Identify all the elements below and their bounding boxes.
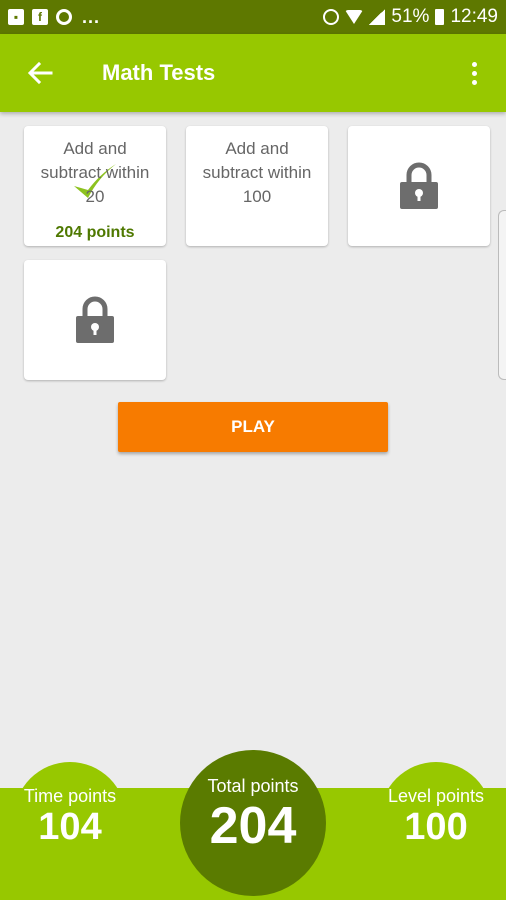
lock-icon bbox=[400, 162, 438, 209]
card-points: 204 points bbox=[55, 224, 135, 241]
locked-test-card[interactable] bbox=[348, 126, 490, 246]
card-title: Add and subtract within 20 bbox=[40, 139, 150, 206]
locked-test-card[interactable] bbox=[24, 260, 166, 380]
overflow-menu-button[interactable] bbox=[462, 53, 486, 93]
test-card-within-100[interactable]: Add and subtract within 100 bbox=[186, 126, 328, 246]
facebook-icon: f bbox=[32, 9, 48, 25]
more-notifications-indicator: ... bbox=[82, 6, 101, 27]
app-bar: Math Tests bbox=[0, 34, 506, 112]
more-vert-icon bbox=[471, 61, 477, 67]
level-points-label: Level points bbox=[387, 786, 485, 806]
total-points: Total points 204 bbox=[180, 750, 326, 896]
total-points-label: Total points bbox=[207, 776, 299, 796]
side-panel-handle[interactable] bbox=[498, 210, 506, 380]
signal-icon bbox=[369, 9, 386, 25]
battery-percent: 51% bbox=[391, 6, 430, 27]
clock: 12:49 bbox=[450, 6, 498, 27]
battery-icon bbox=[435, 9, 445, 25]
time-points-value: 104 bbox=[38, 806, 102, 848]
arrow-left-icon bbox=[27, 61, 53, 85]
page-title: Math Tests bbox=[102, 60, 216, 85]
time-points-label: Time points bbox=[23, 786, 117, 806]
test-card-within-20[interactable]: Add and subtract within 20 204 points bbox=[24, 126, 166, 246]
total-points-value: 204 bbox=[209, 797, 297, 855]
wifi-icon bbox=[345, 10, 364, 24]
level-points: Level points 100 bbox=[376, 786, 496, 848]
play-button[interactable]: PLAY bbox=[118, 402, 388, 452]
time-points: Time points 104 bbox=[10, 786, 130, 848]
status-bar: ▪ f ... 51% 12:49 bbox=[0, 0, 506, 34]
notification-icon: ▪ bbox=[8, 9, 24, 25]
alarm-icon bbox=[323, 9, 340, 25]
level-points-value: 100 bbox=[404, 806, 468, 848]
back-button[interactable] bbox=[10, 43, 70, 103]
chrome-icon bbox=[56, 9, 72, 25]
card-title: Add and subtract within 100 bbox=[202, 139, 312, 206]
lock-icon bbox=[76, 296, 114, 343]
